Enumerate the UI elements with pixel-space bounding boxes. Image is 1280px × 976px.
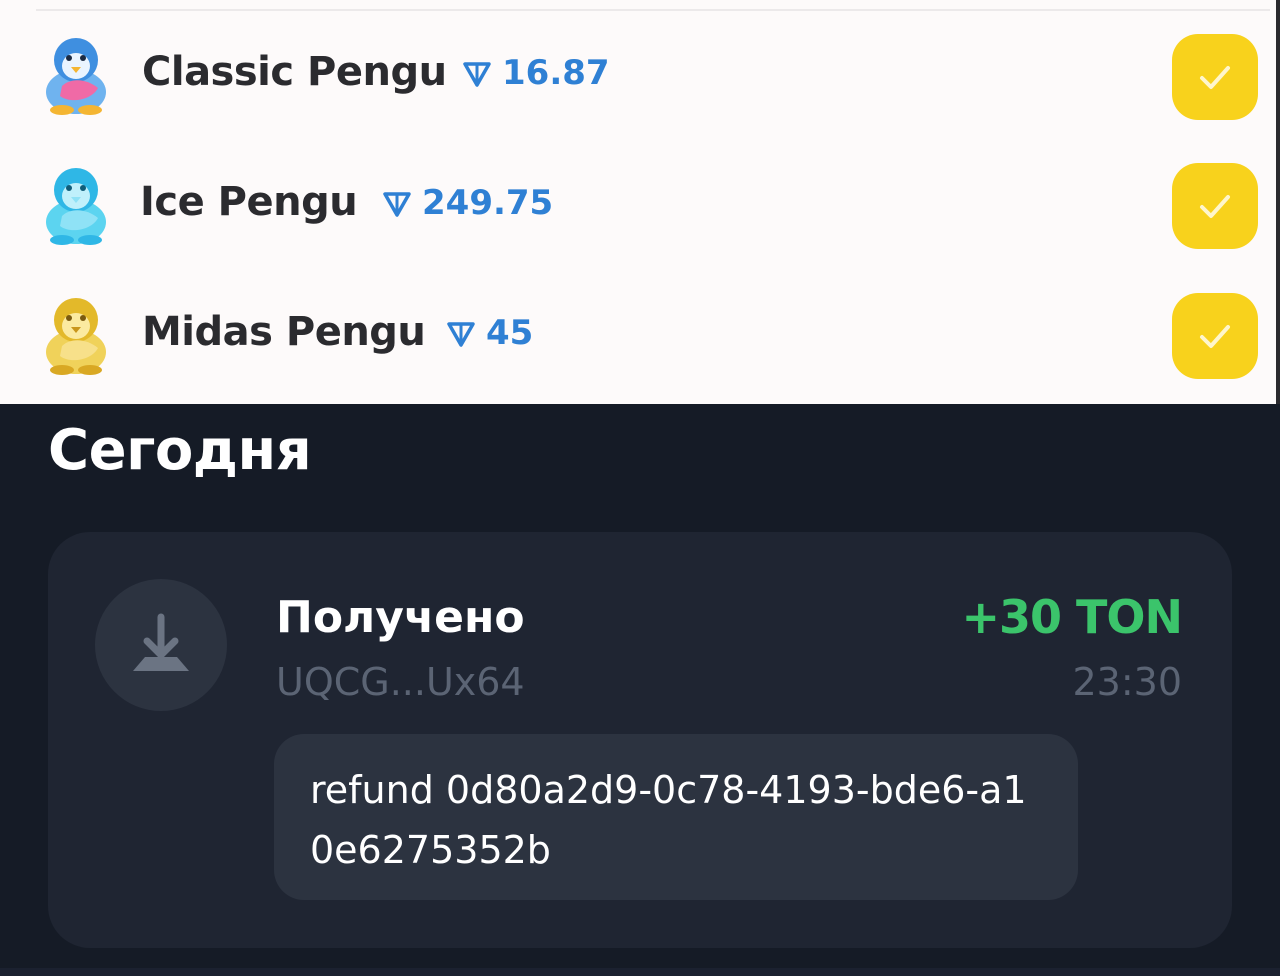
panel-edge (1276, 0, 1280, 404)
gift-list-panel: Classic Pengu 16.87 Ice Pengu 249.75 Mid… (0, 0, 1280, 404)
gift-row-ice-pengu[interactable]: Ice Pengu 249.75 (0, 154, 1272, 254)
gift-checkbox[interactable] (1172, 293, 1258, 379)
ton-diamond-icon (463, 62, 491, 87)
gift-row-midas-pengu[interactable]: Midas Pengu 45 (0, 284, 1272, 384)
transaction-address: UQCG...Ux64 (276, 660, 525, 704)
ton-diamond-icon (383, 192, 411, 217)
transaction-icon-circle (95, 579, 227, 711)
divider (36, 9, 1270, 11)
gift-row-classic-pengu[interactable]: Classic Pengu 16.87 (0, 24, 1272, 124)
gift-checkbox[interactable] (1172, 163, 1258, 249)
gift-price: 45 (446, 313, 533, 353)
gift-name: Midas Pengu (142, 309, 426, 355)
section-title-today: Сегодня (48, 418, 312, 483)
gift-price: 249.75 (382, 183, 553, 223)
gift-price-value: 45 (486, 313, 534, 353)
gift-price-value: 249.75 (422, 183, 554, 223)
gift-name: Classic Pengu (142, 49, 447, 95)
ice-pengu-sticker-icon (46, 168, 106, 245)
arrow-down-icon (133, 613, 189, 671)
gift-name: Ice Pengu (140, 179, 358, 225)
check-icon (1200, 195, 1230, 218)
check-icon (1200, 66, 1230, 89)
check-icon (1200, 325, 1230, 348)
gift-price: 16.87 (462, 53, 610, 93)
classic-pengu-sticker-icon (46, 38, 106, 115)
next-card-edge (0, 968, 1280, 976)
transaction-comment: refund 0d80a2d9-0c78-4193-bde6-a10e62753… (274, 734, 1078, 900)
transaction-type: Получено (276, 592, 525, 643)
midas-pengu-sticker-icon (46, 298, 106, 375)
gift-price-value: 16.87 (502, 53, 610, 93)
transaction-amount: +30 TON (961, 590, 1183, 644)
transaction-card[interactable]: Получено UQCG...Ux64 +30 TON 23:30 refun… (48, 532, 1232, 948)
gift-checkbox[interactable] (1172, 34, 1258, 120)
ton-diamond-icon (447, 322, 475, 347)
transaction-time: 23:30 (1072, 660, 1182, 704)
